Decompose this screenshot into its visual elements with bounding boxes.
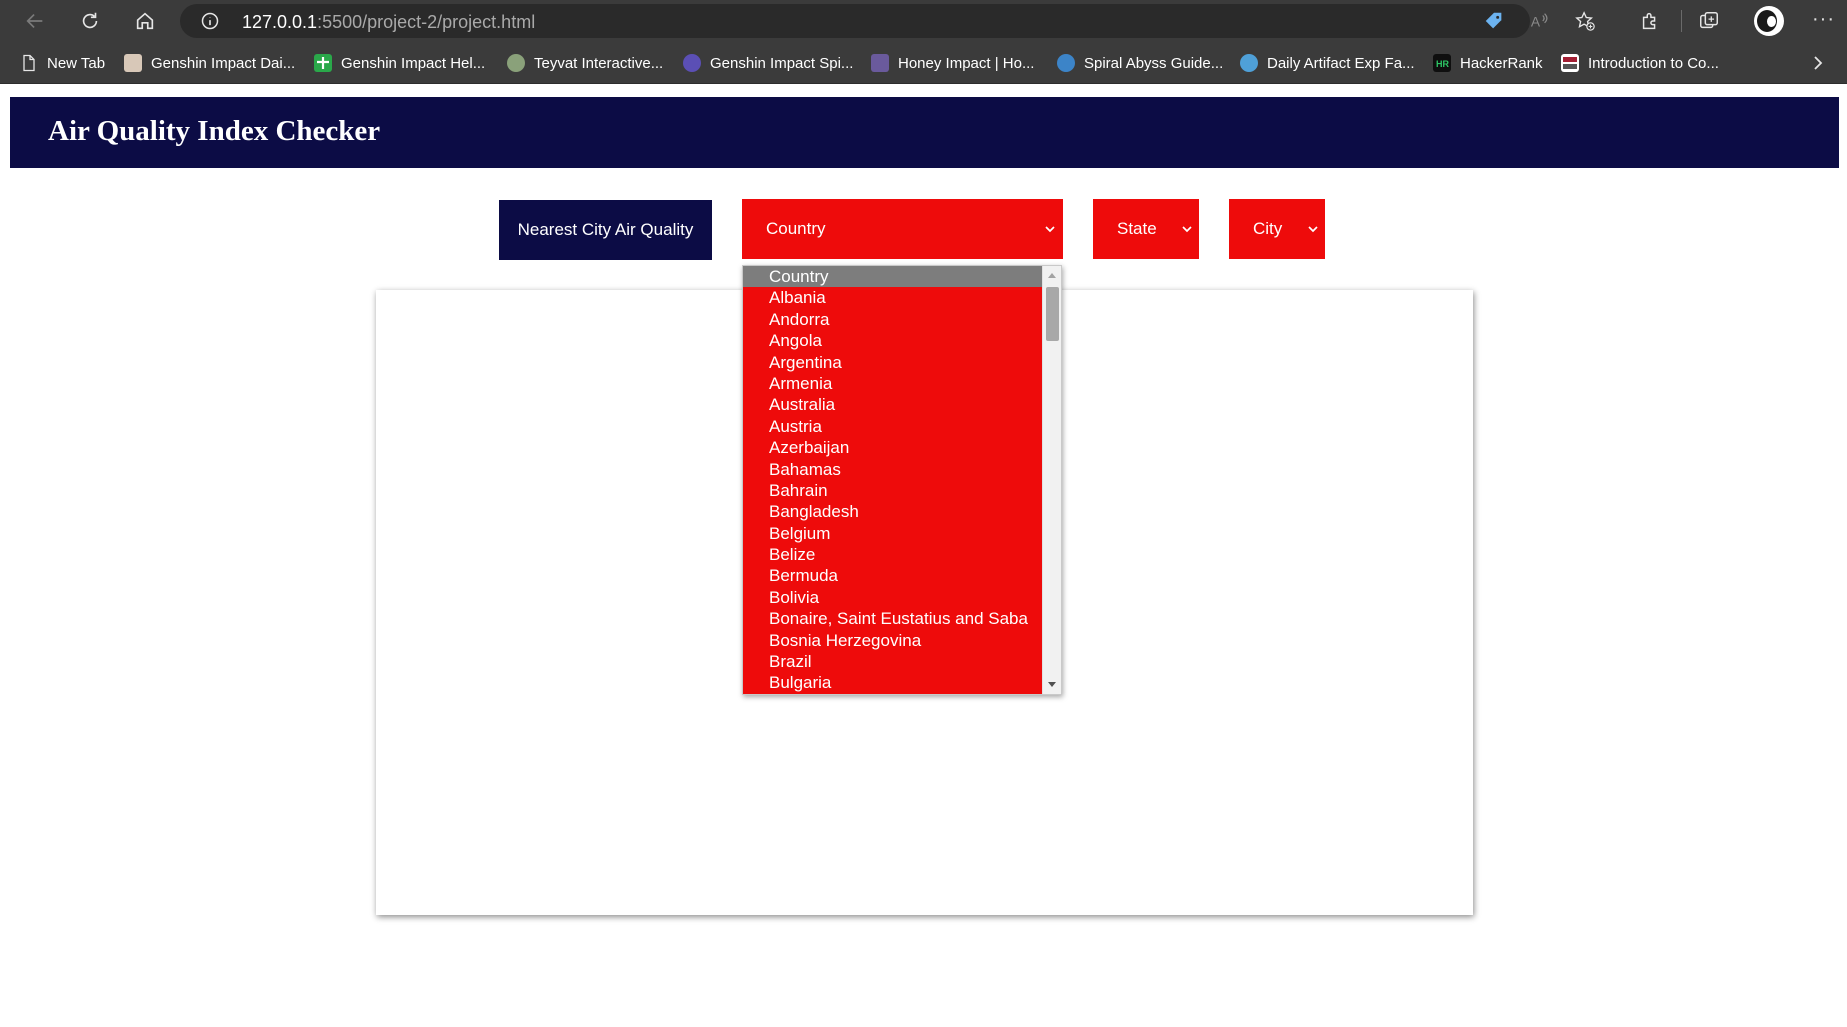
home-button[interactable] — [130, 6, 160, 36]
hackerrank-favicon: HR — [1433, 54, 1451, 72]
state-select-value: State — [1117, 219, 1157, 238]
toolbar-divider — [1681, 10, 1682, 32]
coupons-button[interactable] — [1481, 8, 1507, 34]
state-select[interactable]: State — [1093, 199, 1199, 259]
plus-favicon — [314, 54, 332, 72]
url-host: 127.0.0.1 — [242, 12, 318, 32]
country-option[interactable]: Brazil — [743, 651, 1042, 672]
country-option[interactable]: Bangladesh — [743, 501, 1042, 522]
bookmark-label: Spiral Abyss Guide... — [1084, 54, 1224, 72]
country-option[interactable]: Bahamas — [743, 459, 1042, 480]
bookmark-genshin-daily[interactable]: Genshin Impact Dai... — [124, 42, 295, 84]
svg-text:A: A — [1531, 15, 1541, 30]
bookmark-genshin-spiral[interactable]: Genshin Impact Spi... — [683, 42, 853, 84]
svg-text:HR: HR — [1436, 59, 1449, 69]
country-option[interactable]: Australia — [743, 394, 1042, 415]
bookmark-artifact-exp[interactable]: Daily Artifact Exp Fa... — [1240, 42, 1415, 84]
puzzle-icon — [1642, 12, 1656, 30]
collections-icon — [1700, 12, 1718, 29]
country-option[interactable]: Bolivia — [743, 587, 1042, 608]
teyvat-map-favicon — [507, 54, 525, 72]
tag-icon — [1485, 12, 1502, 29]
chevron-down-icon — [1308, 226, 1318, 233]
country-options: Country Albania Andorra Angola Argentina Arme… — [743, 266, 1042, 694]
extensions-button[interactable] — [1637, 8, 1663, 34]
country-option[interactable]: Belize — [743, 544, 1042, 565]
collections-button[interactable] — [1696, 8, 1722, 34]
app-header: Air Quality Index Checker — [10, 97, 1839, 168]
bookmark-spiral-abyss-guide[interactable]: Spiral Abyss Guide... — [1057, 42, 1223, 84]
genshin-daily-favicon — [124, 54, 142, 72]
bookmark-new-tab[interactable]: New Tab — [20, 42, 105, 84]
country-option[interactable]: Austria — [743, 416, 1042, 437]
country-option[interactable]: Argentina — [743, 352, 1042, 373]
refresh-button[interactable] — [75, 6, 105, 36]
bookmark-genshin-helper[interactable]: Genshin Impact Hel... — [314, 42, 485, 84]
bookmarks-bar: New Tab Genshin Impact Dai... Genshin Im… — [0, 42, 1847, 84]
bookmark-label: HackerRank — [1460, 54, 1543, 72]
page-icon — [23, 54, 35, 72]
country-option[interactable]: Bulgaria — [743, 672, 1042, 693]
more-menu-button[interactable]: ··· — [1812, 8, 1835, 31]
country-select[interactable]: Country — [742, 199, 1063, 259]
country-option[interactable]: Bosnia Herzegovina — [743, 630, 1042, 651]
url-path: :5500/project-2/project.html — [317, 12, 536, 32]
city-select[interactable]: City — [1229, 199, 1325, 259]
bookmark-hackerrank[interactable]: HR HackerRank — [1433, 42, 1543, 84]
bookmark-label: Genshin Impact Hel... — [341, 54, 486, 72]
favorites-add-button[interactable] — [1572, 8, 1598, 34]
bookmark-label: New Tab — [47, 54, 106, 72]
country-dropdown-list[interactable]: Country Albania Andorra Angola Argentina Arme… — [742, 265, 1062, 695]
country-option[interactable]: Armenia — [743, 373, 1042, 394]
country-option[interactable]: Country — [743, 266, 1042, 288]
mit-ocw-favicon — [1561, 54, 1579, 72]
info-icon[interactable] — [200, 11, 220, 31]
read-aloud-button[interactable]: A — [1527, 8, 1553, 34]
bookmark-label: Teyvat Interactive... — [534, 54, 664, 72]
country-option[interactable]: Azerbaijan — [743, 437, 1042, 458]
nearest-city-button[interactable]: Nearest City Air Quality — [499, 200, 712, 260]
profile-avatar[interactable] — [1754, 6, 1784, 36]
browser-toolbar: 127.0.0.1:5500/project-2/project.html A … — [0, 0, 1847, 42]
country-option[interactable]: Bonaire, Saint Eustatius and Saba — [743, 608, 1042, 629]
artifact-favicon — [1240, 54, 1258, 72]
country-option[interactable]: Albania — [743, 287, 1042, 308]
bookmark-label: Honey Impact | Ho... — [898, 54, 1035, 72]
page-title: Air Quality Index Checker — [48, 115, 381, 147]
dropdown-scrollbar[interactable] — [1042, 266, 1061, 694]
back-button[interactable] — [20, 6, 50, 36]
bookmark-label: Genshin Impact Spi... — [710, 54, 854, 72]
chevron-down-icon — [1045, 226, 1055, 233]
read-aloud-icon: A — [1531, 13, 1548, 30]
abyss-guide-favicon — [1057, 54, 1075, 72]
refresh-icon — [82, 12, 98, 29]
home-icon — [136, 12, 154, 30]
bookmark-teyvat-map[interactable]: Teyvat Interactive... — [507, 42, 663, 84]
country-select-value: Country — [766, 219, 826, 238]
spiral-favicon — [683, 54, 701, 72]
arrow-left-icon — [26, 13, 43, 29]
url-text: 127.0.0.1:5500/project-2/project.html — [242, 12, 535, 33]
honey-impact-favicon — [871, 54, 889, 72]
country-option[interactable]: Andorra — [743, 309, 1042, 330]
bookmark-mit-ocw[interactable]: Introduction to Co... — [1561, 42, 1719, 84]
scroll-down-arrow-icon[interactable] — [1048, 682, 1056, 687]
bookmark-label: Genshin Impact Dai... — [151, 54, 296, 72]
country-option[interactable]: Angola — [743, 330, 1042, 351]
chevron-down-icon — [1182, 226, 1192, 233]
country-option[interactable]: Belgium — [743, 523, 1042, 544]
star-add-icon — [1575, 11, 1595, 31]
scroll-up-arrow-icon[interactable] — [1048, 273, 1056, 278]
country-option[interactable]: Bahrain — [743, 480, 1042, 501]
country-option[interactable]: Bermuda — [743, 565, 1042, 586]
chevron-right-icon[interactable] — [1810, 52, 1826, 74]
bookmark-honey-impact[interactable]: Honey Impact | Ho... — [871, 42, 1034, 84]
bookmark-label: Introduction to Co... — [1588, 54, 1719, 72]
scrollbar-thumb[interactable] — [1046, 287, 1059, 341]
address-bar[interactable]: 127.0.0.1:5500/project-2/project.html — [180, 4, 1530, 38]
bookmark-label: Daily Artifact Exp Fa... — [1267, 54, 1415, 72]
city-select-value: City — [1253, 219, 1283, 238]
